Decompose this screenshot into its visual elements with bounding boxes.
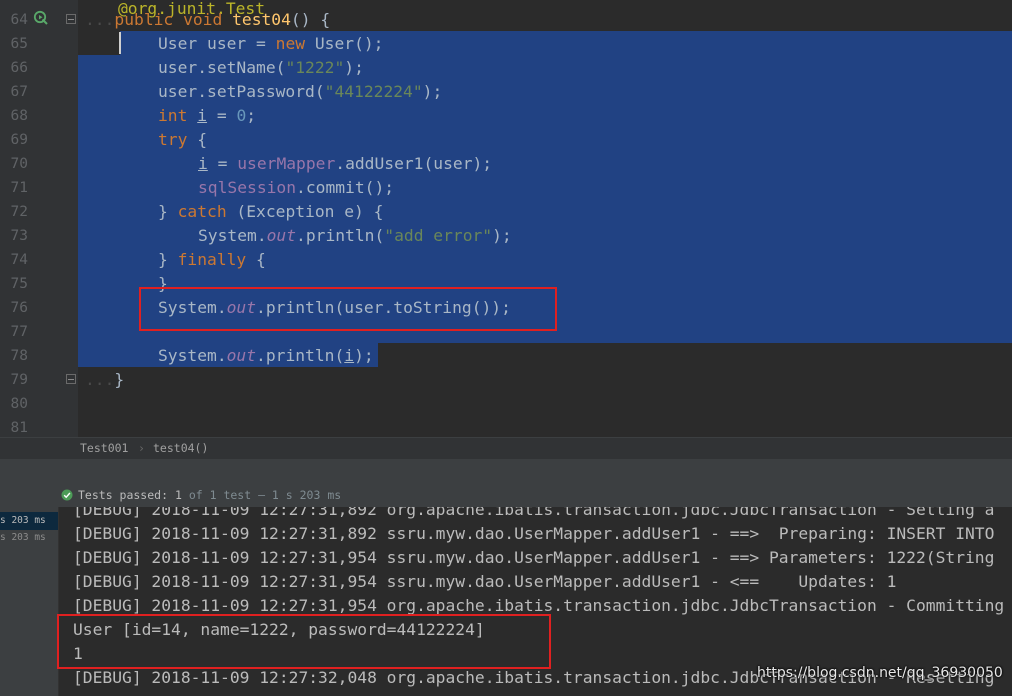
code-line: try {: [158, 130, 208, 149]
breadcrumb-method[interactable]: test04(): [153, 438, 208, 458]
line-number: 64: [10, 12, 28, 28]
breadcrumb-separator: ›: [138, 441, 145, 455]
test-tree-row[interactable]: s 203 ms: [0, 512, 58, 530]
console-line: [DEBUG] 2018-11-09 12:27:31,892 org.apac…: [73, 507, 995, 519]
code-editor[interactable]: 64 65 66 67 68 69 70 71 72 73 74 75 76 7…: [0, 0, 1012, 437]
line-number: 66: [10, 60, 28, 76]
console-line: [DEBUG] 2018-11-09 12:27:31,954 ssru.myw…: [73, 572, 897, 591]
line-number: 73: [10, 228, 28, 244]
watermark: https://blog.csdn.net/qq_36930050: [757, 665, 1003, 681]
code-line: ...}: [85, 370, 125, 389]
line-number: 75: [10, 276, 28, 292]
code-line: int i = 0;: [158, 106, 257, 125]
line-number: 79: [10, 372, 28, 388]
test-status-label: Tests passed:: [78, 488, 169, 502]
breadcrumb-class[interactable]: Test001: [80, 438, 128, 458]
line-number: 72: [10, 204, 28, 220]
breadcrumb: Test001 › test04(): [0, 437, 1012, 460]
test-status-bar: Tests passed: 1 of 1 test – 1 s 203 ms: [0, 483, 1012, 507]
code-line: sqlSession.commit();: [198, 178, 395, 197]
highlight-box: [57, 614, 551, 669]
tests-total: of 1 test: [188, 488, 252, 502]
code-line: User user = new User();: [158, 34, 384, 53]
panel-divider[interactable]: [0, 459, 1012, 484]
code-line: System.out.println(i);: [158, 346, 374, 365]
line-number: 71: [10, 180, 28, 196]
console-line: [DEBUG] 2018-11-09 12:27:31,954 ssru.myw…: [73, 548, 995, 567]
fold-marker-icon[interactable]: [66, 14, 76, 24]
code-line: user.setPassword("44122224");: [158, 82, 443, 101]
code-line: } catch (Exception e) {: [158, 202, 384, 221]
line-number: 77: [10, 324, 28, 340]
console-line: [DEBUG] 2018-11-09 12:27:31,892 ssru.myw…: [73, 524, 995, 543]
line-number: 78: [10, 348, 28, 364]
line-number: 69: [10, 132, 28, 148]
line-number: 76: [10, 300, 28, 316]
tests-passed-count: 1: [174, 488, 182, 502]
code-line: user.setName("1222");: [158, 58, 364, 77]
text-cursor: [119, 32, 121, 54]
line-number: 80: [10, 396, 28, 412]
line-number: 70: [10, 156, 28, 172]
line-number: 74: [10, 252, 28, 268]
test-passed-icon: [61, 489, 73, 501]
line-number: 65: [10, 36, 28, 52]
line-number: 67: [10, 84, 28, 100]
test-duration: – 1 s 203 ms: [258, 488, 342, 502]
run-test-icon[interactable]: [33, 10, 49, 26]
line-number: 68: [10, 108, 28, 124]
code-line: i = userMapper.addUser1(user);: [198, 154, 493, 173]
code-line-method-decl: ...public void test04() {: [85, 10, 331, 29]
test-status-text: Tests passed: 1 of 1 test – 1 s 203 ms: [78, 483, 341, 507]
code-line: } finally {: [158, 250, 266, 269]
fold-marker-icon[interactable]: [66, 374, 76, 384]
test-results-tree[interactable]: s 203 ms s 203 ms: [0, 507, 59, 696]
highlight-box: [139, 287, 557, 331]
line-number: 81: [10, 420, 28, 436]
test-tree-row[interactable]: s 203 ms: [0, 529, 58, 547]
code-line: System.out.println("add error");: [198, 226, 512, 245]
